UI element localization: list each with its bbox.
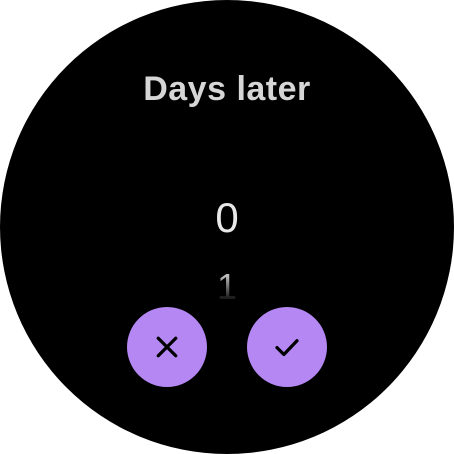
- cancel-button[interactable]: [127, 307, 207, 387]
- picker-current-value[interactable]: 0: [177, 194, 277, 242]
- number-picker[interactable]: 0 1: [177, 180, 277, 310]
- close-icon: [152, 332, 182, 362]
- check-icon: [272, 332, 302, 362]
- page-title: Days later: [143, 70, 311, 108]
- confirm-button[interactable]: [247, 307, 327, 387]
- picker-next-value[interactable]: 1: [177, 266, 277, 308]
- watch-screen: Days later 0 1: [0, 0, 454, 454]
